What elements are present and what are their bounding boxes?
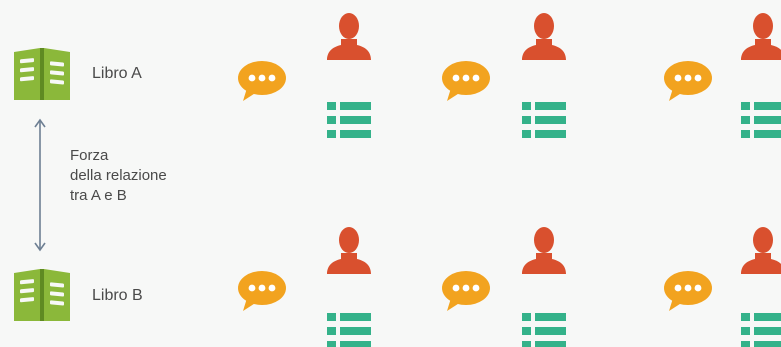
person-icon [740, 226, 781, 274]
relation-line-3: tra A e B [70, 187, 127, 204]
person-icon [521, 12, 567, 60]
person-icon [740, 12, 781, 60]
book-b-icon [12, 265, 72, 325]
speech-bubble-icon [237, 60, 287, 102]
list-icon [522, 102, 566, 138]
book-b-label: Libro B [92, 287, 143, 304]
speech-bubble-icon [663, 60, 713, 102]
speech-bubble-icon [441, 60, 491, 102]
double-arrow-icon [33, 118, 47, 252]
list-icon [741, 102, 781, 138]
list-icon [741, 313, 781, 347]
book-a-icon [12, 44, 72, 104]
person-icon [326, 12, 372, 60]
relation-line-1: Forza [70, 147, 109, 164]
person-icon [326, 226, 372, 274]
book-a-label: Libro A [92, 65, 142, 82]
list-icon [522, 313, 566, 347]
relation-line-2: della relazione [70, 167, 167, 184]
speech-bubble-icon [237, 270, 287, 312]
list-icon [327, 313, 371, 347]
speech-bubble-icon [663, 270, 713, 312]
speech-bubble-icon [441, 270, 491, 312]
relation-strength-label: Forza della relazione tra A e B [70, 146, 167, 206]
person-icon [521, 226, 567, 274]
list-icon [327, 102, 371, 138]
